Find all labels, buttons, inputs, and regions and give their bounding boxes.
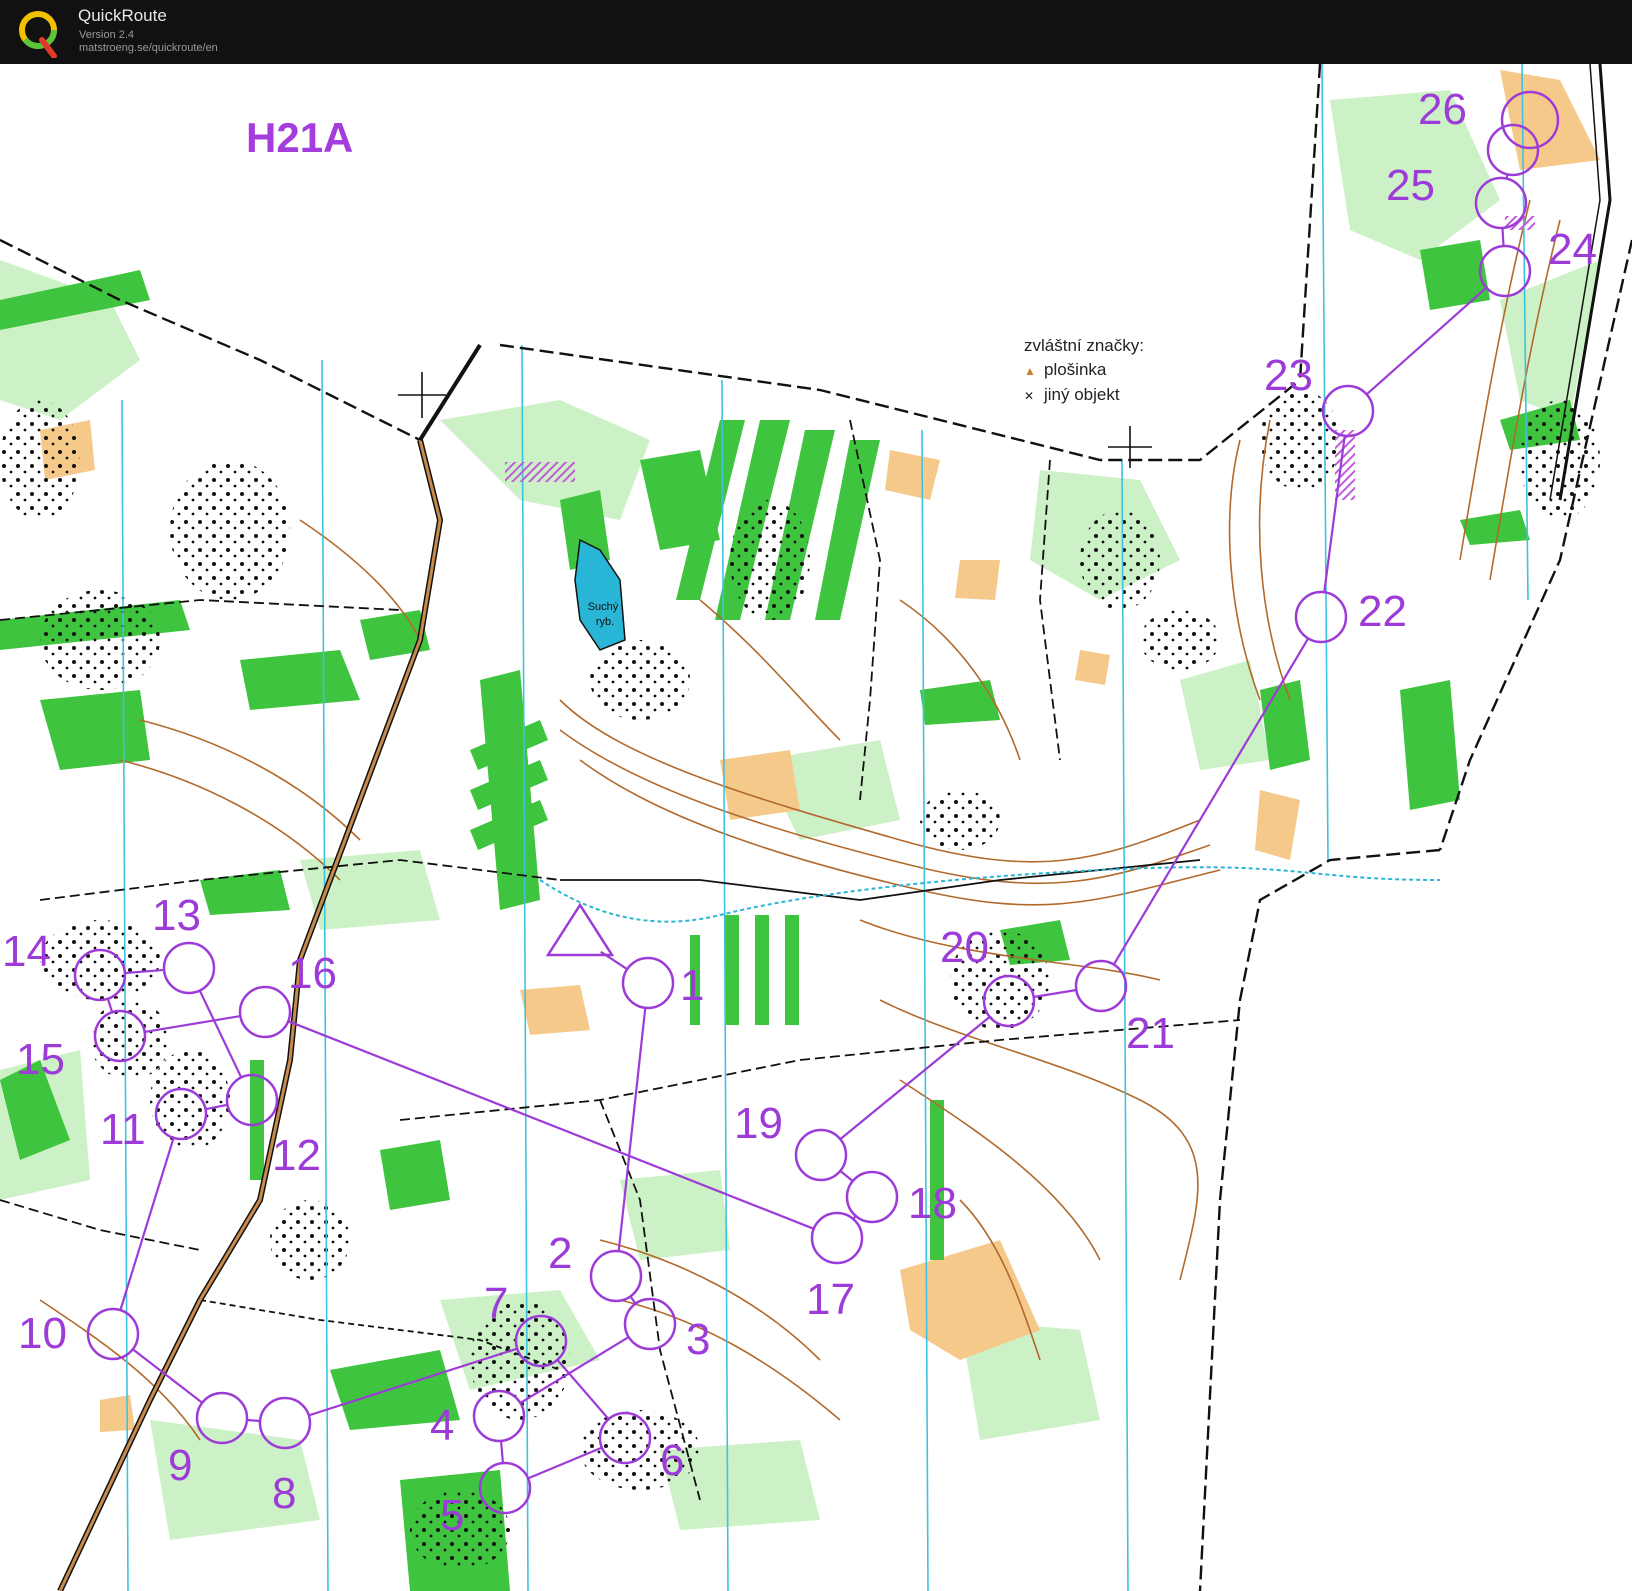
control-number-15: 15 (16, 1035, 65, 1084)
app-titlebar: QuickRoute Version 2.4 matstroeng.se/qui… (0, 0, 1632, 66)
control-number-3: 3 (686, 1315, 710, 1364)
control-number-25: 25 (1386, 161, 1435, 210)
pond-label: Suchý (588, 601, 619, 613)
control-number-5: 5 (440, 1491, 464, 1540)
course-title: H21A (246, 114, 354, 161)
control-number-9: 9 (168, 1441, 192, 1490)
quickroute-logo-icon (19, 11, 57, 58)
control-number-7: 7 (484, 1279, 508, 1328)
control-number-20: 20 (940, 923, 989, 972)
course-leg (1501, 227, 1505, 247)
control-number-8: 8 (272, 1469, 296, 1518)
control-number-14: 14 (2, 927, 51, 976)
control-number-18: 18 (908, 1179, 957, 1228)
app-version: Version 2.4 (79, 29, 135, 41)
control-number-2: 2 (548, 1229, 572, 1278)
legend-item-label: jiný objekt (1044, 385, 1120, 404)
control-number-19: 19 (734, 1099, 783, 1148)
legend-item-platform: ▲ plošinka (1024, 358, 1144, 383)
app-title: QuickRoute (78, 6, 167, 25)
control-number-21: 21 (1126, 1009, 1175, 1058)
control-number-12: 12 (272, 1131, 321, 1180)
map-legend: zvláštní značky: ▲ plošinka ✕ jiný objekt (1024, 334, 1144, 408)
control-number-6: 6 (660, 1436, 684, 1485)
control-number-13: 13 (152, 891, 201, 940)
course-leg (246, 1418, 261, 1423)
legend-item-other-object: ✕ jiný objekt (1024, 383, 1144, 408)
legend-heading: zvláštní značky: (1024, 336, 1144, 355)
control-number-11: 11 (100, 1105, 146, 1154)
control-number-16: 16 (288, 949, 337, 998)
orienteering-map[interactable]: Suchý ryb. 12345678910111213141516171819… (0, 64, 1632, 1591)
control-number-24: 24 (1548, 225, 1597, 274)
app-url[interactable]: matstroeng.se/quickroute/en (79, 42, 218, 54)
control-number-22: 22 (1358, 587, 1407, 636)
control-number-1: 1 (680, 961, 704, 1010)
control-number-17: 17 (806, 1275, 855, 1324)
triangle-icon: ▲ (1024, 364, 1036, 378)
control-number-4: 4 (430, 1401, 454, 1450)
cross-icon: ✕ (1024, 389, 1035, 403)
legend-item-label: plošinka (1044, 360, 1107, 379)
control-number-26: 26 (1418, 85, 1467, 134)
control-number-23: 23 (1264, 351, 1313, 400)
control-number-10: 10 (18, 1309, 67, 1358)
pond-label-2: ryb. (596, 616, 614, 628)
